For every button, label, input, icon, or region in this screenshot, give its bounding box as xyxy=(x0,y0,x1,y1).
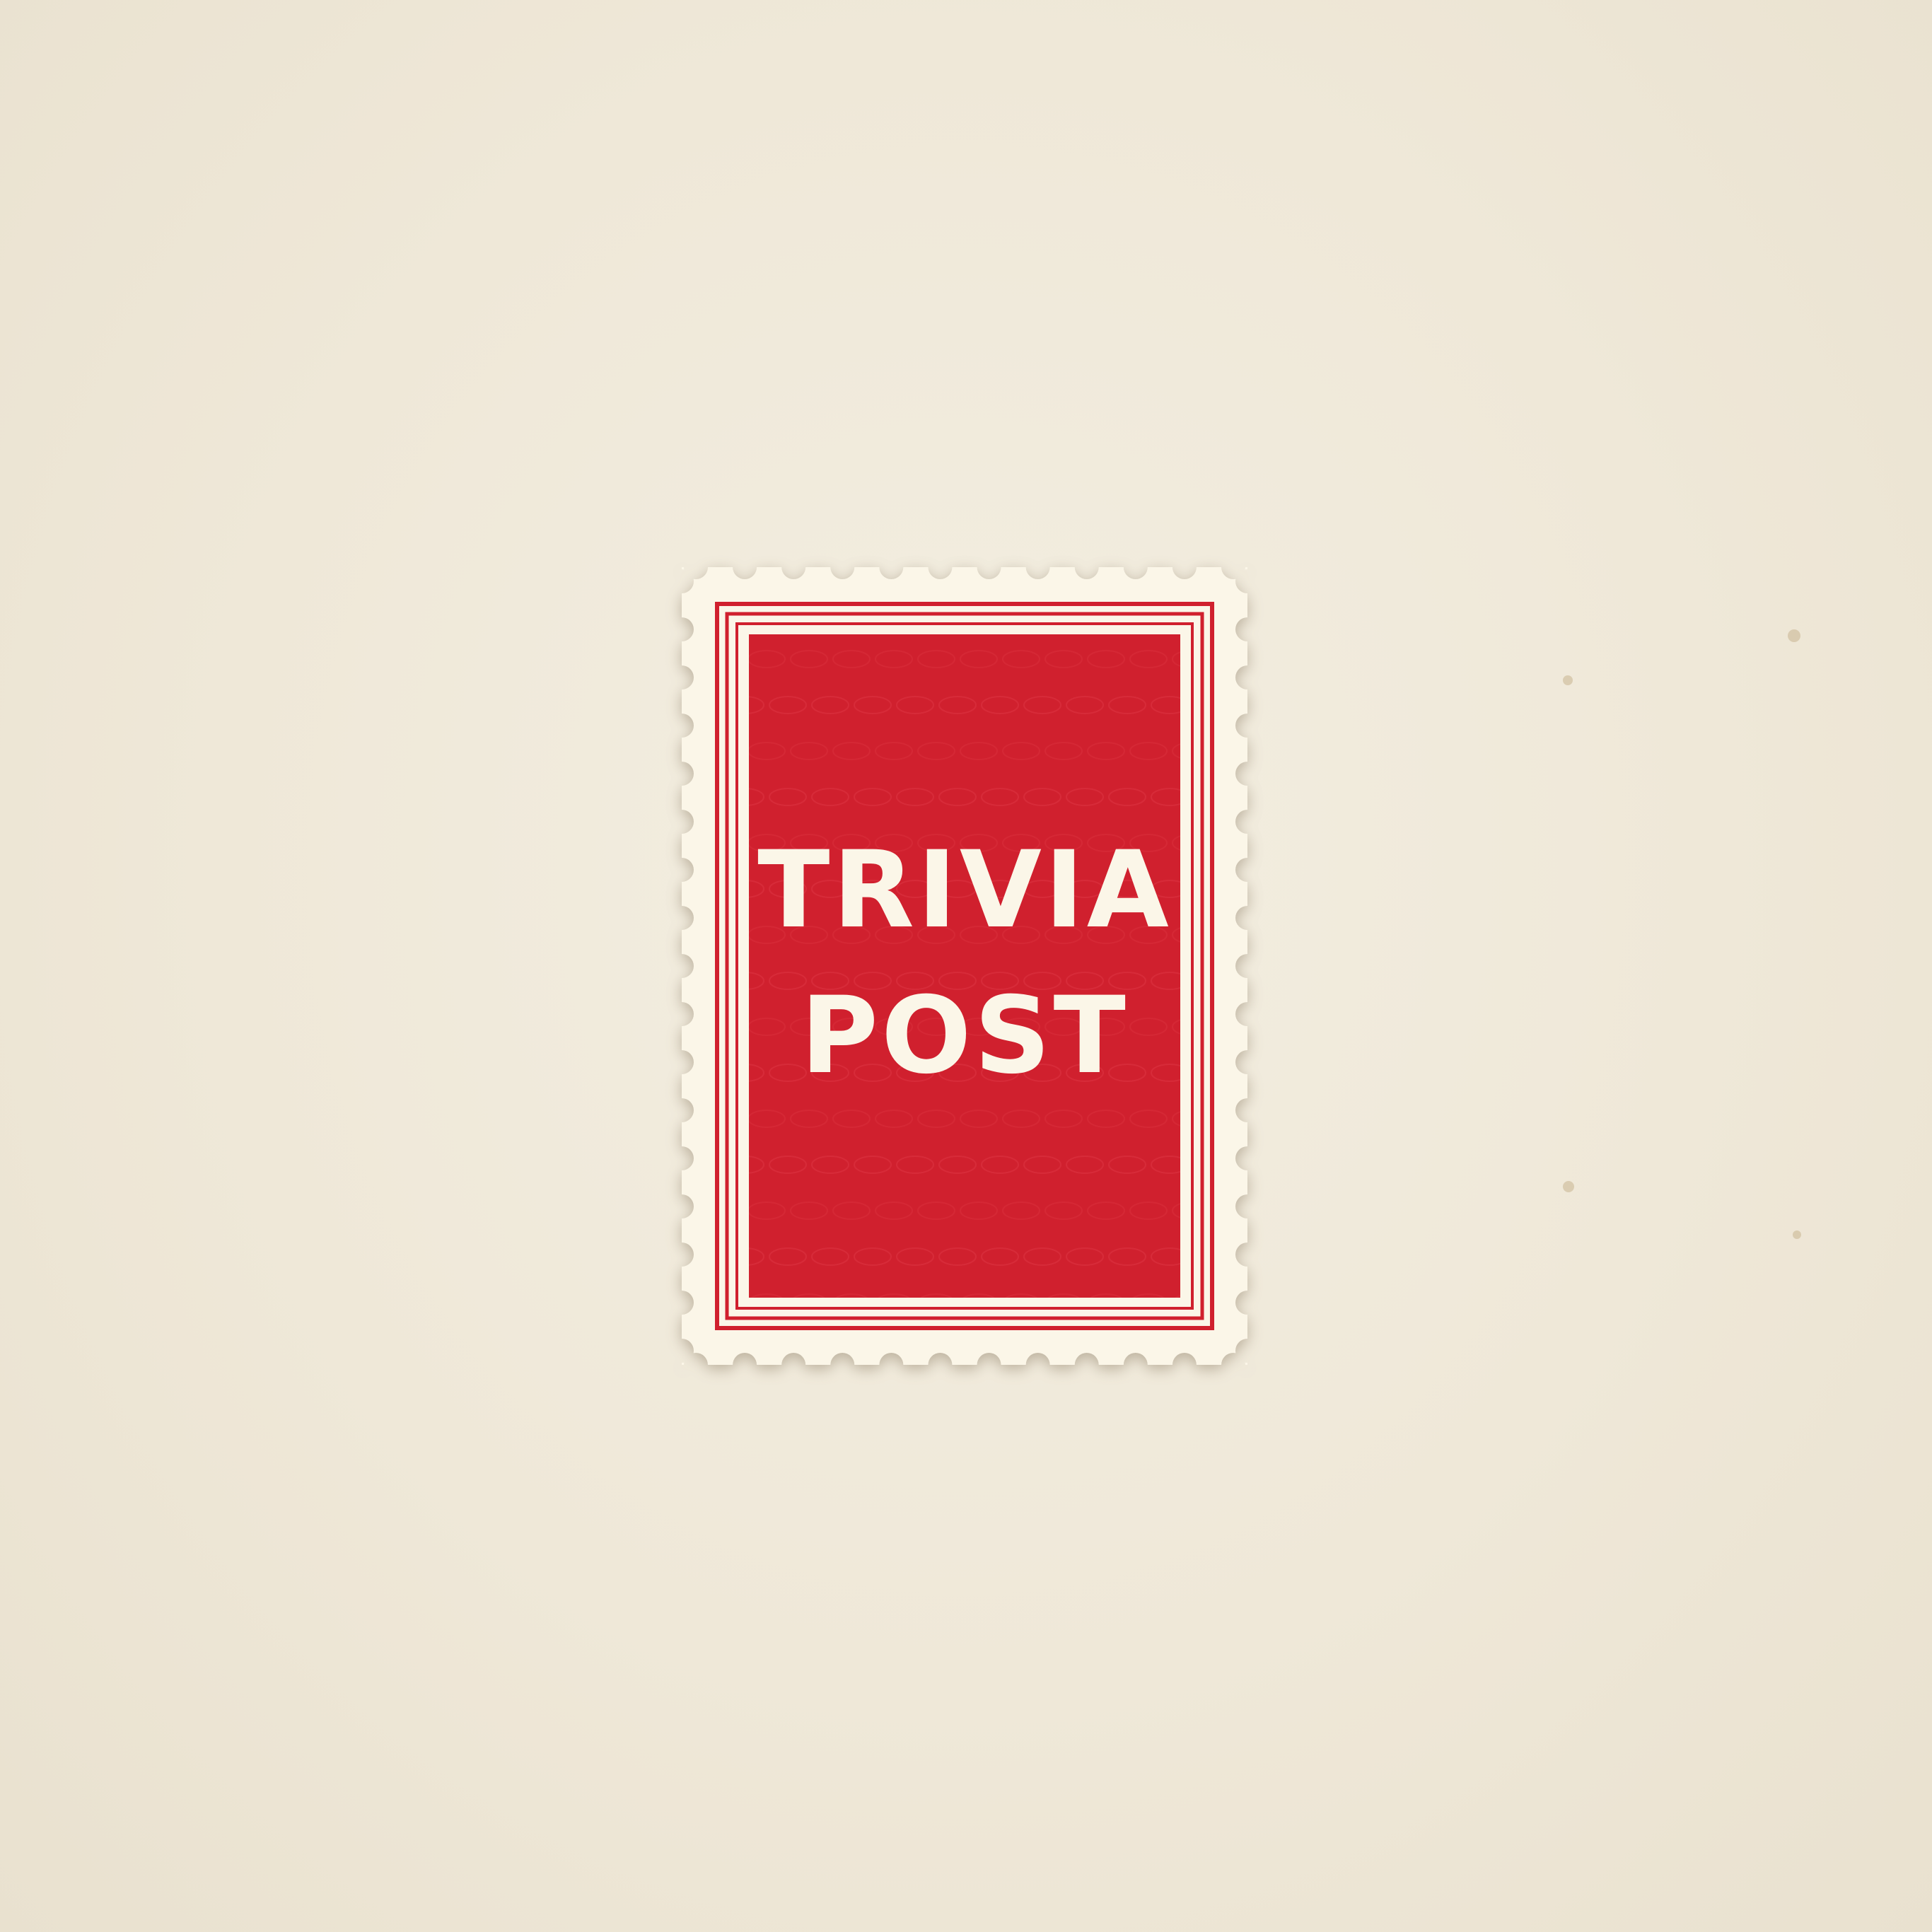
paper-speck xyxy=(1788,629,1800,642)
paper-speck xyxy=(1563,675,1573,685)
trivia-post-stamp: TRIVIA POST xyxy=(682,567,1247,1365)
stamp-title: TRIVIA POST xyxy=(749,634,1180,1292)
background-paper: { "stamp": { "line1": "TRIVIA", "line2":… xyxy=(0,0,1932,1932)
paper-speck xyxy=(1793,1230,1801,1239)
stamp-title-line-1: TRIVIA xyxy=(757,829,1172,952)
stamp-title-line-2: POST xyxy=(801,974,1129,1098)
paper-speck xyxy=(1563,1181,1574,1192)
